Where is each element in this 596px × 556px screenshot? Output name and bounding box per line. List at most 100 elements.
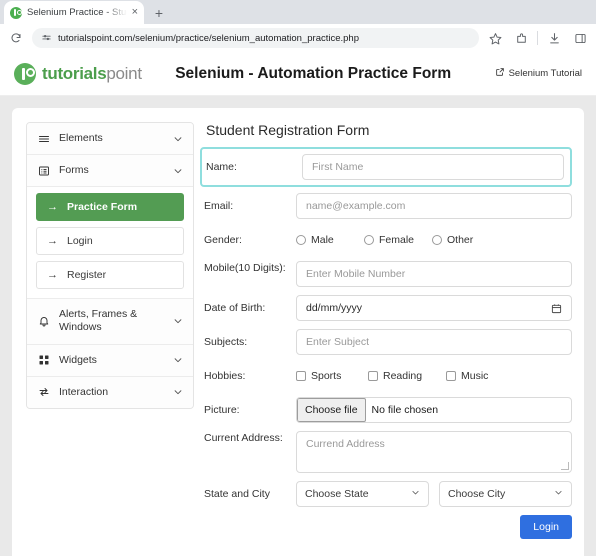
browser-tab[interactable]: Selenium Practice - Student R × — [4, 1, 144, 24]
sidebar-subitem-label: Register — [67, 269, 107, 282]
reload-icon[interactable] — [6, 28, 26, 48]
tutorialspoint-favicon — [10, 6, 22, 19]
email-input[interactable]: name@example.com — [296, 193, 572, 219]
chevron-down-icon[interactable] — [173, 387, 183, 397]
email-label: Email: — [204, 199, 234, 212]
close-icon[interactable]: × — [132, 7, 138, 18]
address-bar[interactable]: tutorialspoint.com/selenium/practice/sel… — [32, 28, 479, 48]
hobbies-label: Hobbies: — [204, 369, 246, 382]
mobile-label: Mobile(10 Digits): — [204, 262, 286, 274]
gender-option-label: Female — [379, 234, 415, 246]
hobby-option-label: Reading — [383, 370, 423, 382]
gender-label: Gender: — [204, 233, 242, 246]
calendar-icon[interactable] — [551, 303, 562, 314]
checkbox-icon[interactable] — [446, 371, 456, 381]
tab-strip: Selenium Practice - Student R × + — [0, 0, 596, 24]
hobby-option-label: Sports — [311, 370, 342, 382]
browser-toolbar: tutorialspoint.com/selenium/practice/sel… — [0, 24, 596, 52]
dob-input[interactable]: dd/mm/yyyy — [296, 295, 572, 321]
name-label: Name: — [206, 160, 237, 173]
gender-option-label: Other — [447, 234, 474, 246]
new-tab-button[interactable]: + — [148, 2, 170, 24]
sidebar-item-register[interactable]: → Register — [36, 261, 184, 290]
content-card: Elements Forms → Practice Form → Login →… — [12, 108, 584, 556]
page-title: Selenium - Automation Practice Form — [175, 64, 452, 82]
widgets-grid-icon — [37, 354, 50, 366]
sidebar-item-interaction[interactable]: Interaction — [27, 376, 193, 408]
arrow-right-icon: → — [47, 268, 58, 281]
sidebar-item-practice-form[interactable]: → Practice Form — [36, 193, 184, 222]
site-settings-icon[interactable] — [40, 32, 52, 44]
chevron-down-icon — [554, 488, 563, 500]
form-heading: Student Registration Form — [206, 122, 370, 138]
star-icon[interactable] — [485, 28, 505, 48]
sidebar-item-login[interactable]: → Login — [36, 227, 184, 256]
city-select[interactable]: Choose City — [439, 481, 572, 507]
sidebar-item-widgets[interactable]: Widgets — [27, 344, 193, 377]
chevron-down-icon[interactable] — [173, 166, 183, 176]
address-textarea[interactable]: Currend Address — [296, 431, 572, 473]
tutorialspoint-logo-icon — [14, 62, 36, 85]
sidebar-nav: Elements Forms → Practice Form → Login →… — [26, 122, 194, 409]
chevron-down-icon[interactable] — [173, 355, 183, 365]
arrow-right-icon: → — [47, 200, 58, 213]
name-input[interactable]: First Name — [302, 154, 564, 180]
checkbox-icon[interactable] — [296, 371, 306, 381]
picture-label: Picture: — [204, 403, 240, 416]
chevron-down-icon[interactable] — [173, 134, 183, 144]
toolbar-divider — [537, 31, 538, 45]
choose-file-button[interactable]: Choose file — [297, 398, 366, 422]
hamburger-icon — [37, 133, 50, 145]
address-row: Current Address: Currend Address — [204, 431, 572, 473]
selenium-tutorial-link[interactable]: Selenium Tutorial — [495, 67, 582, 80]
hobby-option-label: Music — [461, 370, 489, 382]
chevron-down-icon[interactable] — [173, 316, 183, 326]
mobile-input[interactable]: Enter Mobile Number — [296, 261, 572, 287]
interaction-arrows-icon — [37, 386, 50, 398]
selenium-tutorial-label: Selenium Tutorial — [508, 68, 582, 79]
subjects-label: Subjects: — [204, 335, 248, 348]
subjects-row: Subjects: Enter Subject — [204, 329, 572, 355]
dob-label: Date of Birth: — [204, 301, 266, 314]
picture-file-input[interactable]: Choose file No file chosen — [296, 397, 572, 423]
url-text: tutorialspoint.com/selenium/practice/sel… — [58, 32, 359, 44]
radio-icon[interactable] — [364, 235, 374, 245]
gender-option-male[interactable]: Male — [296, 234, 364, 246]
state-select-value: Choose State — [305, 488, 369, 500]
state-city-row: State and City Choose State Choose City — [204, 481, 572, 507]
mobile-row: Mobile(10 Digits): Enter Mobile Number — [204, 261, 572, 287]
bell-icon — [37, 315, 50, 327]
hobby-option-music[interactable]: Music — [446, 370, 488, 382]
picture-row: Picture: Choose file No file chosen — [204, 397, 572, 423]
sidebar-item-alerts-frames-windows[interactable]: Alerts, Frames & Windows — [27, 299, 193, 345]
download-icon[interactable] — [544, 28, 564, 48]
gender-row: Gender: Male Female Other — [204, 227, 572, 253]
sidebar-item-label: Elements — [59, 132, 103, 144]
hobby-option-reading[interactable]: Reading — [368, 370, 446, 382]
sidebar-item-label: Alerts, Frames & Windows — [59, 308, 138, 334]
subjects-input[interactable]: Enter Subject — [296, 329, 572, 355]
page-viewport: tutorialspoint Selenium - Automation Pra… — [0, 52, 596, 556]
state-select[interactable]: Choose State — [296, 481, 429, 507]
sidebar-item-forms[interactable]: Forms — [27, 155, 193, 188]
sidebar-subitem-label: Practice Form — [67, 201, 138, 214]
sidebar-item-label: Interaction — [59, 385, 109, 398]
name-field-highlight: Name: First Name — [200, 147, 572, 187]
side-panel-icon[interactable] — [570, 28, 590, 48]
state-city-label: State and City — [204, 487, 270, 500]
checkbox-icon[interactable] — [368, 371, 378, 381]
logo-wordmark: tutorialspoint — [42, 64, 142, 84]
site-logo[interactable]: tutorialspoint — [14, 62, 142, 85]
radio-icon[interactable] — [432, 235, 442, 245]
sidebar-item-label: Forms — [59, 164, 89, 177]
radio-icon[interactable] — [296, 235, 306, 245]
hobby-option-sports[interactable]: Sports — [296, 370, 368, 382]
dob-value: dd/mm/yyyy — [306, 302, 363, 314]
gender-option-female[interactable]: Female — [364, 234, 432, 246]
gender-option-other[interactable]: Other — [432, 234, 473, 246]
sidebar-item-elements[interactable]: Elements — [27, 123, 193, 156]
forms-submenu: → Practice Form → Login → Register — [27, 187, 193, 300]
extensions-icon[interactable] — [511, 28, 531, 48]
login-submit-button[interactable]: Login — [520, 515, 572, 539]
gender-option-label: Male — [311, 234, 334, 246]
